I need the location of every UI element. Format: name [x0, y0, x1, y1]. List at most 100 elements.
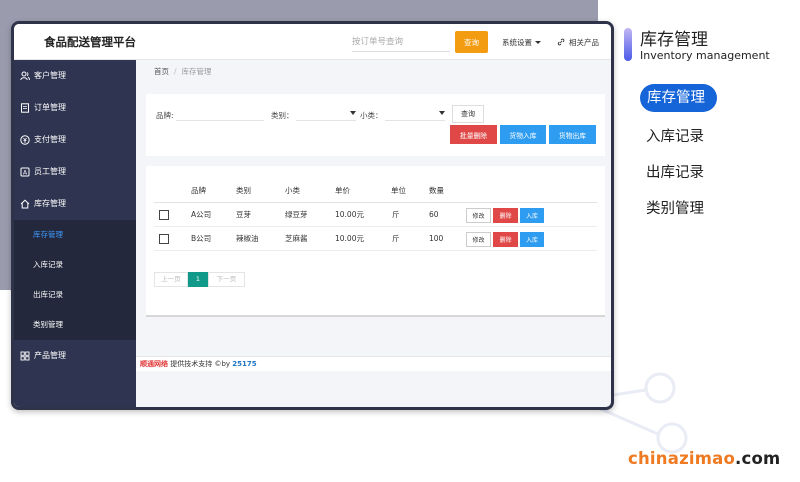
breadcrumb-separator: / [174, 67, 177, 76]
table-row: B公司 辣椒油 芝麻酱 10.00元 斤 100 修改 删除 入库 [154, 227, 597, 251]
document-icon [21, 103, 29, 113]
cell-unit: 斤 [392, 234, 400, 243]
footer-text: 提供技术支持 ©by [168, 360, 233, 368]
batch-delete-button[interactable]: 批量删除 [450, 125, 497, 144]
footer: 顺通网络 提供技术支持 ©by 25175 [136, 356, 611, 371]
order-search-input[interactable] [352, 33, 450, 52]
sidebar-item-label: 支付管理 [34, 135, 66, 144]
prev-page-button[interactable]: 上一页 [154, 272, 188, 287]
watermark-part1: chinazimao [628, 449, 735, 468]
sidebar-item-label: 订单管理 [34, 103, 66, 112]
app-title: 食品配送管理平台 [44, 35, 136, 49]
grid-icon [20, 351, 30, 361]
cell-qty: 60 [429, 210, 439, 219]
top-header: 食品配送管理平台 查询 系统设置 相关产品 [14, 24, 611, 60]
next-page-button[interactable]: 下一页 [208, 272, 245, 287]
category-label: 类别： [271, 111, 294, 120]
cell-qty: 100 [429, 234, 444, 243]
cell-price: 10.00元 [335, 234, 364, 243]
page-number-current[interactable]: 1 [188, 272, 208, 287]
sidebar-item-payments[interactable]: 支付管理 [14, 124, 136, 156]
submenu-item-stock-in-records[interactable]: 入库记录 [14, 250, 136, 280]
submenu-item-inventory[interactable]: 库存管理 [14, 220, 136, 250]
header-brand: 品牌 [191, 186, 206, 195]
sidebar-item-inventory[interactable]: 库存管理 [14, 188, 136, 220]
inventory-table-panel: 品牌 类别 小类 单价 单位 数量 A公司 豆芽 绿豆芽 10.00元 斤 60… [146, 166, 605, 317]
table-row: A公司 豆芽 绿豆芽 10.00元 斤 60 修改 删除 入库 [154, 203, 597, 227]
sidebar-item-label: 产品管理 [34, 351, 66, 360]
panel-item-stock-in[interactable]: 入库记录 [646, 125, 704, 146]
accent-bar [624, 28, 632, 61]
link-icon [557, 38, 565, 46]
table-header: 品牌 类别 小类 单价 单位 数量 [154, 178, 597, 203]
header-query-button[interactable]: 查询 [455, 31, 488, 53]
cell-category: 豆芽 [236, 210, 251, 219]
delete-button[interactable]: 删除 [493, 208, 518, 223]
sidebar-item-label: 员工管理 [34, 167, 66, 176]
sidebar-item-label: 库存管理 [34, 199, 66, 208]
panel-subtitle: Inventory management [640, 49, 770, 62]
edit-button[interactable]: 修改 [466, 208, 491, 223]
breadcrumb-current: 库存管理 [181, 67, 212, 76]
sidebar-item-products[interactable]: 产品管理 [14, 340, 136, 372]
stock-out-button[interactable]: 货物出库 [549, 125, 596, 144]
id-card-icon: A [20, 167, 30, 177]
filter-query-button[interactable]: 查询 [452, 105, 484, 123]
inventory-table: 品牌 类别 小类 单价 单位 数量 A公司 豆芽 绿豆芽 10.00元 斤 60… [154, 178, 597, 251]
subcategory-select[interactable] [385, 107, 445, 121]
cell-brand: A公司 [191, 210, 212, 219]
header-category: 类别 [236, 186, 251, 195]
related-products-link[interactable]: 相关产品 [557, 37, 599, 48]
watermark: chinazimao.com [628, 449, 780, 468]
footer-id: 25175 [232, 360, 257, 368]
users-icon [20, 71, 30, 81]
cell-unit: 斤 [392, 210, 400, 219]
caret-down-icon [439, 111, 445, 115]
cell-price: 10.00元 [335, 210, 364, 219]
footer-company: 顺通网络 [140, 360, 168, 368]
sidebar-item-staff[interactable]: A 员工管理 [14, 156, 136, 188]
inventory-submenu: 库存管理 入库记录 出库记录 类别管理 [14, 220, 136, 340]
cell-brand: B公司 [191, 234, 212, 243]
submenu-item-stock-out-records[interactable]: 出库记录 [14, 280, 136, 310]
header-subcategory: 小类 [285, 186, 300, 195]
row-stock-in-button[interactable]: 入库 [520, 232, 544, 247]
sidebar-item-orders[interactable]: 订单管理 [14, 92, 136, 124]
panel-title: 库存管理 [640, 30, 708, 50]
panel-item-inventory[interactable]: 库存管理 [640, 84, 717, 112]
cell-subcategory: 绿豆芽 [285, 210, 308, 219]
breadcrumb: 首页 / 库存管理 [154, 66, 212, 77]
brand-label: 品牌: [156, 111, 174, 120]
row-checkbox[interactable] [159, 234, 169, 244]
row-checkbox[interactable] [159, 210, 169, 220]
row-stock-in-button[interactable]: 入库 [520, 208, 544, 223]
app-screen: 食品配送管理平台 查询 系统设置 相关产品 客户管理 订单管理 支付管理 [14, 24, 611, 407]
home-icon [20, 199, 30, 209]
sidebar-item-customers[interactable]: 客户管理 [14, 60, 136, 92]
brand-input[interactable] [176, 107, 264, 121]
filter-panel: 品牌: 类别： 小类： 查询 批量删除 货物入库 货物出库 [146, 94, 605, 156]
sidebar: 客户管理 订单管理 支付管理 A 员工管理 库存管理 库存管理 入库记录 出库记… [14, 60, 136, 407]
payment-icon [20, 135, 30, 145]
system-settings-dropdown[interactable]: 系统设置 [502, 37, 541, 48]
delete-button[interactable]: 删除 [493, 232, 518, 247]
panel-item-category[interactable]: 类别管理 [646, 197, 704, 218]
submenu-item-category[interactable]: 类别管理 [14, 310, 136, 340]
app-window-frame: 食品配送管理平台 查询 系统设置 相关产品 客户管理 订单管理 支付管理 [11, 21, 614, 410]
cell-subcategory: 芝麻酱 [285, 234, 308, 243]
header-unit: 单位 [391, 186, 406, 195]
watermark-part2: .com [735, 449, 781, 468]
stock-in-button[interactable]: 货物入库 [500, 125, 546, 144]
header-price: 单价 [335, 186, 350, 195]
caret-down-icon [350, 111, 356, 115]
cell-category: 辣椒油 [236, 234, 259, 243]
edit-button[interactable]: 修改 [466, 232, 491, 247]
related-products-label: 相关产品 [569, 38, 599, 47]
category-select[interactable] [296, 107, 356, 121]
sidebar-item-label: 客户管理 [34, 71, 66, 80]
header-qty: 数量 [429, 186, 444, 195]
system-settings-label: 系统设置 [502, 38, 532, 47]
pagination: 上一页 1 下一页 [154, 272, 245, 287]
breadcrumb-home[interactable]: 首页 [154, 67, 169, 76]
panel-item-stock-out[interactable]: 出库记录 [646, 161, 704, 182]
